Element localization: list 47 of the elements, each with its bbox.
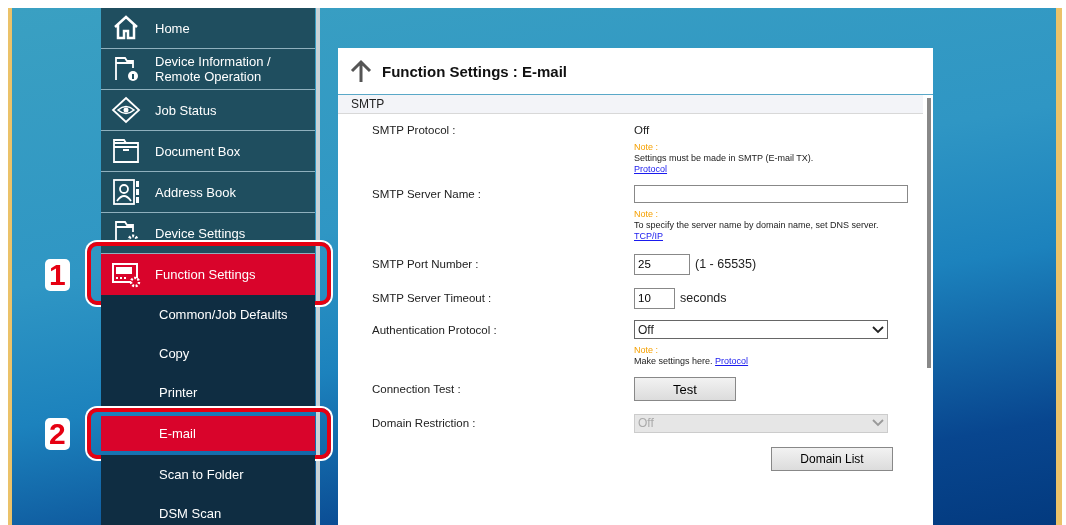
number-field[interactable]: 10 — [634, 287, 675, 309]
eye-icon — [111, 95, 141, 125]
field-suffix: (1 - 65535) — [695, 257, 757, 271]
sidebar-item[interactable]: Document Box — [101, 131, 315, 172]
sidebar-item[interactable]: Job Status — [101, 90, 315, 131]
callout-number: 2 — [45, 417, 70, 450]
field-label: Authentication Protocol : — [372, 323, 498, 336]
note-heading: Note : — [634, 209, 659, 220]
field-label: Domain Restriction : — [372, 417, 477, 429]
settings-link[interactable]: Protocol — [634, 164, 668, 174]
field-label: SMTP Port Number : — [372, 258, 480, 270]
note-text: Settings must be made in SMTP (E-mail TX). — [634, 153, 815, 164]
dropdown[interactable]: Off — [634, 320, 888, 339]
note-text: Make settings here. — [634, 356, 713, 366]
protocol-link[interactable]: Protocol — [715, 356, 749, 366]
sidebar-subitem[interactable]: DSM Scan — [101, 494, 315, 525]
field-suffix: seconds — [680, 291, 727, 305]
field-label: Connection Test : — [372, 383, 462, 395]
field-label: SMTP Protocol : — [372, 124, 457, 136]
number-field[interactable]: 25 — [634, 253, 690, 275]
contact-card-icon — [111, 177, 141, 207]
sidebar-subitem[interactable]: Common/Job Defaults — [101, 295, 315, 334]
field-label: SMTP Server Name : — [372, 188, 483, 200]
sidebar-subitem[interactable]: Scan to Folder — [101, 455, 315, 494]
sidebar-item[interactable]: Function Settings — [101, 254, 315, 295]
up-arrow-icon[interactable] — [348, 58, 374, 84]
sidebar-subitem[interactable]: Copy — [101, 334, 315, 373]
sidebar-subitem[interactable]: E-mail — [101, 416, 315, 451]
callout-number: 1 — [45, 258, 70, 291]
scrollbar-thumb[interactable] — [927, 98, 931, 368]
settings-link[interactable]: TCP/IP — [634, 231, 663, 241]
setting-value: Off — [634, 124, 651, 136]
sidebar-item[interactable]: Device Information / Remote Operation — [101, 49, 315, 90]
note-heading: Note : — [634, 345, 659, 356]
note-heading: Note : — [634, 142, 659, 153]
note-text: To specify the server name by domain name, set DNS server. — [634, 220, 880, 231]
panel-title: Function Settings : E-mail — [382, 62, 567, 80]
sidebar-item[interactable]: Address Book — [101, 172, 315, 213]
sidebar-item[interactable]: Home — [101, 8, 315, 49]
test-button[interactable]: Test — [634, 377, 736, 401]
field-label: SMTP Server Timeout : — [372, 292, 493, 304]
chevron-down-icon — [872, 325, 884, 334]
folder-icon — [111, 136, 141, 166]
input-field[interactable] — [634, 185, 908, 203]
chevron-down-icon — [872, 419, 884, 427]
section-header: SMTP — [338, 95, 923, 114]
domain-list-button[interactable]: Domain List — [771, 447, 893, 471]
